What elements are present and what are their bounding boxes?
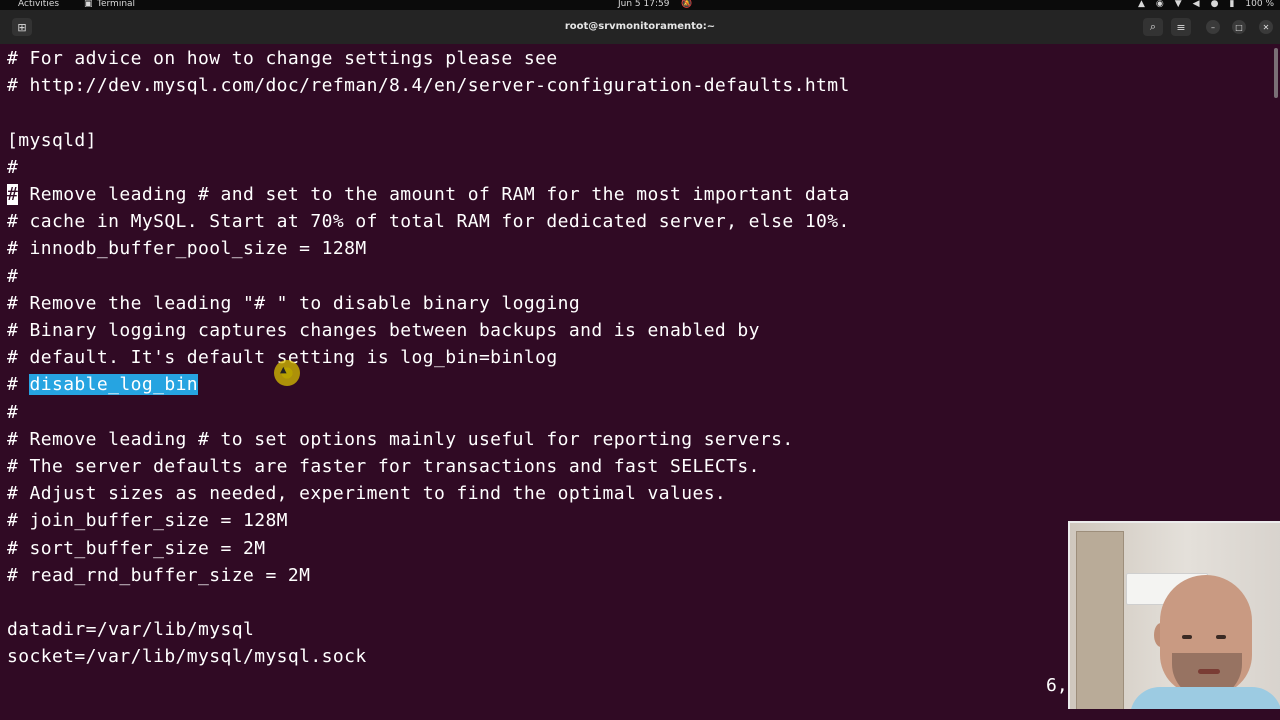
editor-line: #	[7, 157, 19, 178]
webcam-person-shirt	[1130, 687, 1280, 709]
editor-line: # sort_buffer_size = 2M	[7, 538, 266, 559]
hamburger-menu-icon[interactable]: ≡	[1171, 18, 1191, 36]
editor-line: # http://dev.mysql.com/doc/refman/8.4/en…	[7, 75, 850, 96]
editor-line: # Adjust sizes as needed, experiment to …	[7, 483, 727, 504]
webcam-person-mouth	[1198, 669, 1220, 674]
editor-line: # Remove the leading "# " to disable bin…	[7, 293, 581, 314]
text-cursor: #	[7, 184, 19, 205]
scrollbar[interactable]	[1274, 48, 1278, 98]
terminal-app-icon[interactable]: ▣	[84, 0, 93, 9]
editor-line: # cache in MySQL. Start at 70% of total …	[7, 211, 850, 232]
notification-bell-icon: 🔕	[681, 0, 693, 9]
editor-line-cursor: # Remove leading # and set to the amount…	[7, 181, 850, 208]
editor-line: # join_buffer_size = 128M	[7, 510, 288, 531]
mouse-pointer-icon: ▲	[280, 363, 287, 376]
webcam-person-eye	[1182, 635, 1192, 639]
selected-text[interactable]: disable_log_bin	[29, 374, 199, 395]
minimize-button[interactable]: –	[1203, 18, 1223, 36]
editor-line-text: Remove leading # and set to the amount o…	[18, 184, 850, 205]
mouse-highlight	[274, 360, 300, 386]
app-menu-label[interactable]: Terminal	[97, 0, 135, 9]
terminal-header-bar: ⊞ root@srvmonitoramento:~ ⌕ ≡ – □ ✕	[0, 10, 1280, 44]
editor-line-prefix: #	[7, 374, 30, 395]
minimize-icon: –	[1206, 20, 1220, 34]
editor-line: # innodb_buffer_pool_size = 128M	[7, 238, 367, 259]
editor-line-selected: # disable_log_bin	[7, 371, 199, 398]
editor-line: [mysqld]	[7, 130, 97, 151]
editor-line: # Remove leading # to set options mainly…	[7, 429, 794, 450]
webcam-door	[1076, 531, 1124, 709]
editor-line: #	[7, 402, 19, 423]
editor-line: #	[7, 266, 19, 287]
editor-line: # For advice on how to change settings p…	[7, 48, 558, 69]
editor-line: # The server defaults are faster for tra…	[7, 456, 760, 477]
editor-line: # Binary logging captures changes betwee…	[7, 320, 760, 341]
maximize-button[interactable]: □	[1229, 18, 1249, 36]
network-icon[interactable]: ▼	[1175, 0, 1182, 9]
close-icon: ✕	[1259, 20, 1273, 34]
alert-icon[interactable]: ▲	[1138, 0, 1145, 9]
microphone-icon[interactable]: ●	[1211, 0, 1219, 9]
search-icon[interactable]: ⌕	[1143, 18, 1163, 36]
volume-icon[interactable]: ◀	[1193, 0, 1200, 9]
maximize-icon: □	[1232, 20, 1246, 34]
editor-line: socket=/var/lib/mysql/mysql.sock	[7, 646, 367, 667]
update-icon[interactable]: ◉	[1156, 0, 1164, 9]
webcam-overlay	[1068, 521, 1280, 709]
editor-line: datadir=/var/lib/mysql	[7, 619, 255, 640]
battery-level: 100 %	[1245, 0, 1274, 9]
system-top-bar: Activities ▣ Terminal Jun 5 17:59 🔕 ▲ ◉ …	[0, 0, 1280, 10]
window-title: root@srvmonitoramento:~	[564, 21, 716, 32]
webcam-person-eye	[1216, 635, 1226, 639]
system-tray[interactable]: ▲ ◉ ▼ ◀ ● ▮ 100 %	[1138, 0, 1274, 9]
battery-icon[interactable]: ▮	[1229, 0, 1234, 9]
cursor-position-status: 6,	[1046, 675, 1068, 696]
clock[interactable]: Jun 5 17:59	[618, 0, 669, 9]
activities-button[interactable]: Activities	[18, 0, 59, 9]
editor-line: # read_rnd_buffer_size = 2M	[7, 565, 311, 586]
close-button[interactable]: ✕	[1256, 18, 1276, 36]
